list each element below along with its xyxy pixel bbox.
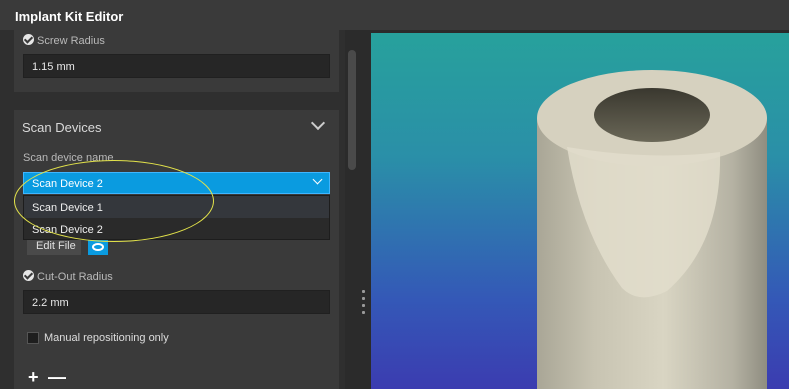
dropdown-option-scan-device-2[interactable]: Scan Device 2 <box>24 218 329 240</box>
title-bar: Implant Kit Editor <box>0 0 789 30</box>
manual-repositioning-checkbox[interactable] <box>27 332 39 344</box>
left-pane-scrollbar[interactable] <box>348 50 356 170</box>
screw-radius-label: Screw Radius <box>37 35 105 47</box>
drag-handle-icon[interactable] <box>362 290 365 318</box>
manual-repositioning-label: Manual repositioning only <box>44 332 169 344</box>
cut-out-radius-label: Cut-Out Radius <box>37 271 113 283</box>
scan-device-dropdown: Scan Device 1 Scan Device 2 <box>23 195 330 240</box>
screw-radius-field[interactable]: 1.15 mm <box>23 54 330 78</box>
3d-viewport[interactable] <box>371 33 789 389</box>
cut-out-radius-label-row: Cut-Out Radius <box>23 270 113 283</box>
scan-device-name-label: Scan device name <box>23 152 114 164</box>
eye-shape <box>92 243 104 251</box>
eye-icon[interactable] <box>88 239 108 255</box>
minus-icon[interactable]: — <box>48 368 66 386</box>
edit-file-button[interactable]: Edit File <box>27 238 81 255</box>
scan-device-select[interactable]: Scan Device 2 <box>23 172 330 194</box>
scan-device-selected: Scan Device 2 <box>32 178 103 190</box>
chevron-down-icon <box>312 174 323 185</box>
window-title: Implant Kit Editor <box>15 9 124 24</box>
implant-model <box>537 70 767 389</box>
screw-radius-label-row: Screw Radius <box>23 34 105 47</box>
cut-out-radius-field[interactable]: 2.2 mm <box>23 290 330 314</box>
check-circle-icon <box>23 34 34 45</box>
dropdown-option-scan-device-1[interactable]: Scan Device 1 <box>24 196 329 218</box>
check-circle-icon <box>23 270 34 281</box>
scan-devices-title[interactable]: Scan Devices <box>22 120 101 135</box>
plus-icon[interactable]: + <box>28 368 39 386</box>
